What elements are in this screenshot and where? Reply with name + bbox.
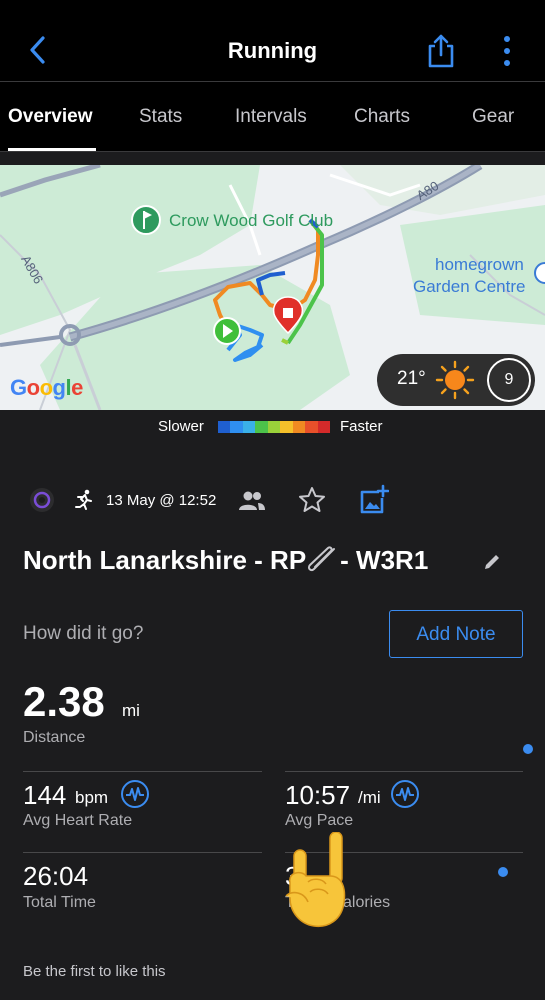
header-bar: Running <box>0 0 545 82</box>
pace-value: 10:57 <box>285 780 351 810</box>
pace-label: Avg Pace <box>285 812 354 829</box>
activity-name-part1: North Lanarkshire - RP <box>23 545 307 575</box>
activity-name-part2: - W3R1 <box>340 545 429 575</box>
total-time-label: Total Time <box>23 894 96 911</box>
heart-rate-chart-icon[interactable] <box>120 779 150 809</box>
people-icon[interactable] <box>238 488 266 514</box>
heart-rate-label: Avg Heart Rate <box>23 812 133 829</box>
divider <box>23 771 262 772</box>
star-icon[interactable] <box>297 485 327 515</box>
page-title: Running <box>227 38 318 63</box>
how-did-it-go-prompt: How did it go? <box>23 623 144 644</box>
map-label-garden-centre-line1: homegrown <box>435 255 524 274</box>
sun-icon <box>435 360 475 400</box>
likes-text: Be the first to like this <box>23 963 166 980</box>
weather-temperature: 21° <box>397 368 426 389</box>
total-time-value: 26:04 <box>23 861 89 891</box>
pace-legend: Slower Faster <box>0 410 545 444</box>
paperclip-icon <box>308 546 336 572</box>
google-logo: Google <box>10 375 83 400</box>
wind-speed: 9 <box>504 371 514 388</box>
divider <box>23 852 262 853</box>
active-tab-indicator <box>8 148 96 151</box>
map-label-golf-club: Crow Wood Golf Club <box>169 211 334 230</box>
distance-label: Distance <box>23 729 86 746</box>
tab-bar: Overview Stats Intervals Charts Gear <box>0 82 545 152</box>
legend-slower-label: Slower <box>158 418 204 435</box>
weather-chip[interactable]: 21° 9 <box>377 354 535 406</box>
more-vertical-icon[interactable] <box>496 34 518 68</box>
heart-rate-unit: bpm <box>75 788 109 807</box>
pace-unit: /mi <box>358 788 381 807</box>
tab-stats[interactable]: Stats <box>139 106 182 128</box>
pace-gradient-bar <box>218 421 330 433</box>
distance-unit: mi <box>122 701 140 720</box>
tab-charts[interactable]: Charts <box>354 106 410 128</box>
distance-value: 2.38 <box>23 678 105 725</box>
carousel-dot <box>498 867 508 877</box>
pace-chart-icon[interactable] <box>390 779 420 809</box>
divider <box>285 771 523 772</box>
add-photo-icon[interactable] <box>357 484 389 516</box>
tab-overview[interactable]: Overview <box>8 106 93 128</box>
map-label-garden-centre-line2: Garden Centre <box>413 277 526 296</box>
rock-on-hand-emoji-icon <box>285 832 346 928</box>
heart-rate-value: 144 <box>23 780 67 810</box>
share-icon[interactable] <box>425 33 457 69</box>
running-icon <box>75 489 92 510</box>
watch-icon <box>30 488 54 512</box>
tab-gear[interactable]: Gear <box>472 106 514 128</box>
carousel-dot <box>523 744 533 754</box>
legend-faster-label: Faster <box>340 418 383 435</box>
tab-intervals[interactable]: Intervals <box>235 106 307 128</box>
activity-date: 13 May @ 12:52 <box>106 492 217 509</box>
wind-indicator: 9 <box>487 358 531 402</box>
pencil-icon[interactable] <box>482 552 502 572</box>
activity-name: North Lanarkshire - RP - W3R1 <box>23 545 428 576</box>
activity-meta-row: 13 May @ 12:52 <box>0 480 545 524</box>
add-note-button[interactable]: Add Note <box>389 610 523 658</box>
